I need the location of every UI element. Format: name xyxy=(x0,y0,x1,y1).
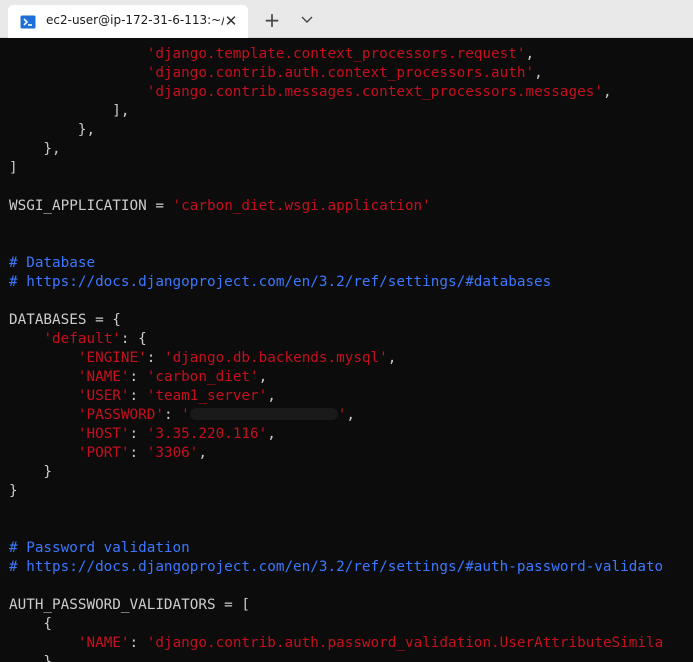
code-token: { xyxy=(9,616,53,632)
code-token: , xyxy=(602,84,612,100)
string-token: 'team1_server' xyxy=(146,388,268,404)
terminal-output[interactable]: 'django.template.context_processors.requ… xyxy=(0,38,693,662)
tab-title: ec2-user@ip-172-31-6-113:~/c xyxy=(46,13,224,27)
code-token: , xyxy=(534,65,543,81)
code-line: } xyxy=(9,463,52,482)
string-token: 'carbon_diet.wsgi.application' xyxy=(172,198,431,214)
code-line: }, xyxy=(9,140,61,159)
new-tab-button[interactable]: + xyxy=(261,9,283,31)
code-line: ], xyxy=(9,102,130,121)
code-token: : xyxy=(129,369,147,385)
string-token: 'django.contrib.auth.password_validation… xyxy=(146,635,664,651)
code-line: 'NAME': 'carbon_diet', xyxy=(9,368,267,387)
string-token: 'USER' xyxy=(77,388,130,404)
code-token: , xyxy=(198,445,208,461)
code-token: : xyxy=(129,426,147,442)
string-token: '3.35.220.116' xyxy=(146,426,268,442)
code-token: : { xyxy=(120,331,147,347)
chevron-down-icon[interactable] xyxy=(296,9,318,31)
string-token: ' xyxy=(181,407,190,423)
code-line: DATABASES = { xyxy=(9,311,121,330)
code-line: WSGI_APPLICATION = 'carbon_diet.wsgi.app… xyxy=(9,197,431,216)
code-token: : xyxy=(146,350,164,366)
code-token: : xyxy=(129,635,147,651)
code-line: # Password validation xyxy=(9,539,190,558)
code-line: 'django.contrib.auth.context_processors.… xyxy=(9,64,543,83)
string-token: 'NAME' xyxy=(77,369,130,385)
code-token: , xyxy=(346,407,355,423)
string-token: 'django.contrib.auth.context_processors.… xyxy=(146,65,535,81)
code-line: 'ENGINE': 'django.db.backends.mysql', xyxy=(9,349,397,368)
string-token: 'default' xyxy=(43,331,121,347)
code-line: 'django.contrib.messages.context_process… xyxy=(9,83,612,102)
code-token: ] xyxy=(9,160,18,176)
code-token: ], xyxy=(9,103,130,119)
code-line: 'HOST': '3.35.220.116', xyxy=(9,425,276,444)
code-token: }, xyxy=(9,654,61,662)
code-token: AUTH_PASSWORD_VALIDATORS = [ xyxy=(9,597,251,613)
string-token: 'PORT' xyxy=(77,445,130,461)
code-token: , xyxy=(258,369,268,385)
string-token: 'HOST' xyxy=(77,426,130,442)
code-line: AUTH_PASSWORD_VALIDATORS = [ xyxy=(9,596,250,615)
comment-token: # Database xyxy=(9,255,96,271)
string-token: 'django.contrib.messages.context_process… xyxy=(146,84,603,100)
comment-token: # https://docs.djangoproject.com/en/3.2/… xyxy=(9,274,552,290)
code-line: }, xyxy=(9,653,61,662)
code-line: 'django.template.context_processors.requ… xyxy=(9,45,534,64)
string-token: 'django.template.context_processors.requ… xyxy=(146,46,526,62)
string-token: 'carbon_diet' xyxy=(146,369,259,385)
code-token: : xyxy=(129,445,147,461)
code-token: DATABASES = { xyxy=(9,312,121,328)
code-token: } xyxy=(9,483,18,499)
code-token: WSGI_APPLICATION = xyxy=(9,198,173,214)
comment-token: # Password validation xyxy=(9,540,190,556)
tab-terminal[interactable]: ec2-user@ip-172-31-6-113:~/c ✕ xyxy=(8,5,248,38)
code-line: { xyxy=(9,615,52,634)
code-token: , xyxy=(525,46,535,62)
redacted-password xyxy=(189,408,338,420)
code-token: , xyxy=(387,350,397,366)
string-token: 'PASSWORD' xyxy=(77,407,164,423)
code-line: # https://docs.djangoproject.com/en/3.2/… xyxy=(9,558,663,577)
string-token: '3306' xyxy=(146,445,199,461)
code-line: # https://docs.djangoproject.com/en/3.2/… xyxy=(9,273,551,292)
comment-token: # https://docs.djangoproject.com/en/3.2/… xyxy=(9,559,664,575)
string-token: 'django.db.backends.mysql' xyxy=(163,350,388,366)
terminal-icon xyxy=(20,14,36,29)
terminal-window: ec2-user@ip-172-31-6-113:~/c ✕ + 'django… xyxy=(0,0,693,662)
code-line: ] xyxy=(9,159,18,178)
tab-bar: ec2-user@ip-172-31-6-113:~/c ✕ + xyxy=(0,0,693,38)
code-token: }, xyxy=(9,141,61,157)
code-line: 'default': { xyxy=(9,330,147,349)
code-token: }, xyxy=(9,122,96,138)
code-line: 'PASSWORD': ' ', xyxy=(9,406,355,425)
string-token: 'ENGINE' xyxy=(77,350,147,366)
code-token: , xyxy=(267,388,276,404)
code-line: } xyxy=(9,482,18,501)
close-icon[interactable]: ✕ xyxy=(222,12,240,30)
code-line: }, xyxy=(9,121,95,140)
code-line: 'NAME': 'django.contrib.auth.password_va… xyxy=(9,634,663,653)
code-token: : xyxy=(129,388,147,404)
code-token: , xyxy=(267,426,276,442)
code-line: 'PORT': '3306', xyxy=(9,444,207,463)
code-line: # Database xyxy=(9,254,95,273)
code-line: 'USER': 'team1_server', xyxy=(9,387,276,406)
code-token: : xyxy=(163,407,182,423)
string-token: 'NAME' xyxy=(77,635,130,651)
code-token: } xyxy=(9,464,53,480)
